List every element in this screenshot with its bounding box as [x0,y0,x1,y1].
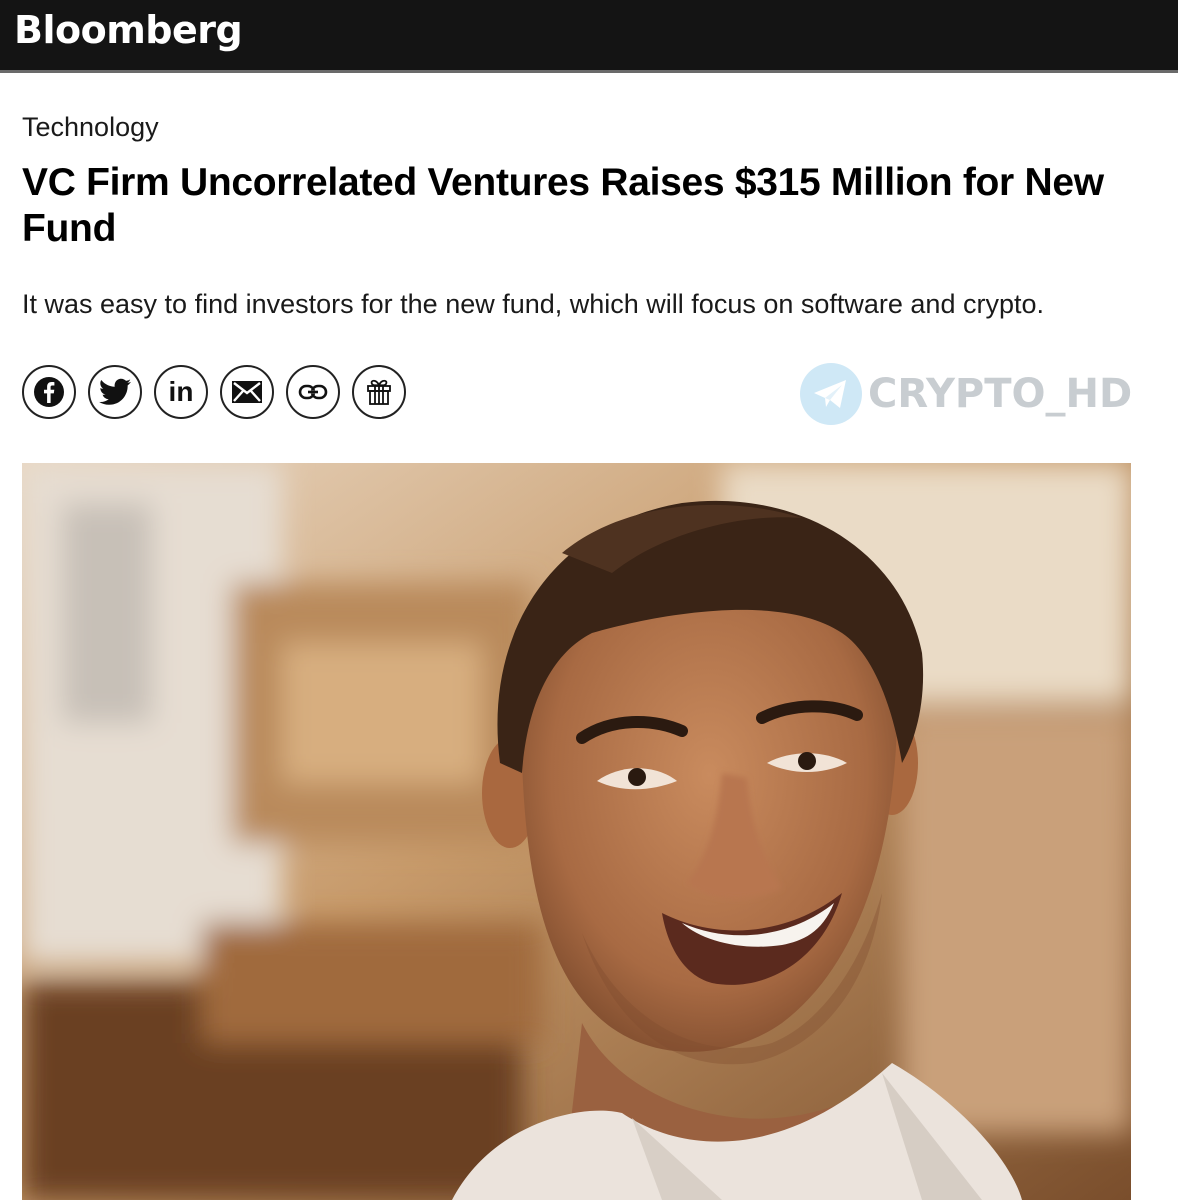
share-linkedin-button[interactable]: in [154,365,208,419]
share-bar: in [22,365,406,421]
watermark-text: CRYPTO_HD [868,371,1133,417]
article-hero-image [22,463,1131,1200]
twitter-icon [99,378,131,406]
crypto-hd-watermark: CRYPTO_HD [800,362,1132,426]
top-bar: Bloomberg [0,0,1178,73]
share-email-button[interactable] [220,365,274,419]
copy-link-button[interactable] [286,365,340,419]
facebook-icon [33,376,65,408]
article-category[interactable]: Technology [22,112,159,143]
article-headline: VC Firm Uncorrelated Ventures Raises $31… [22,161,1104,250]
link-icon [298,383,328,401]
telegram-icon [800,363,862,425]
share-twitter-button[interactable] [88,365,142,419]
email-icon [231,380,263,404]
share-facebook-button[interactable] [22,365,76,419]
bloomberg-logo[interactable]: Bloomberg [14,8,243,52]
article-dek: It was easy to find investors for the ne… [22,289,1044,319]
gift-icon [363,376,395,408]
linkedin-icon: in [168,376,194,407]
gift-article-button[interactable] [352,365,406,419]
